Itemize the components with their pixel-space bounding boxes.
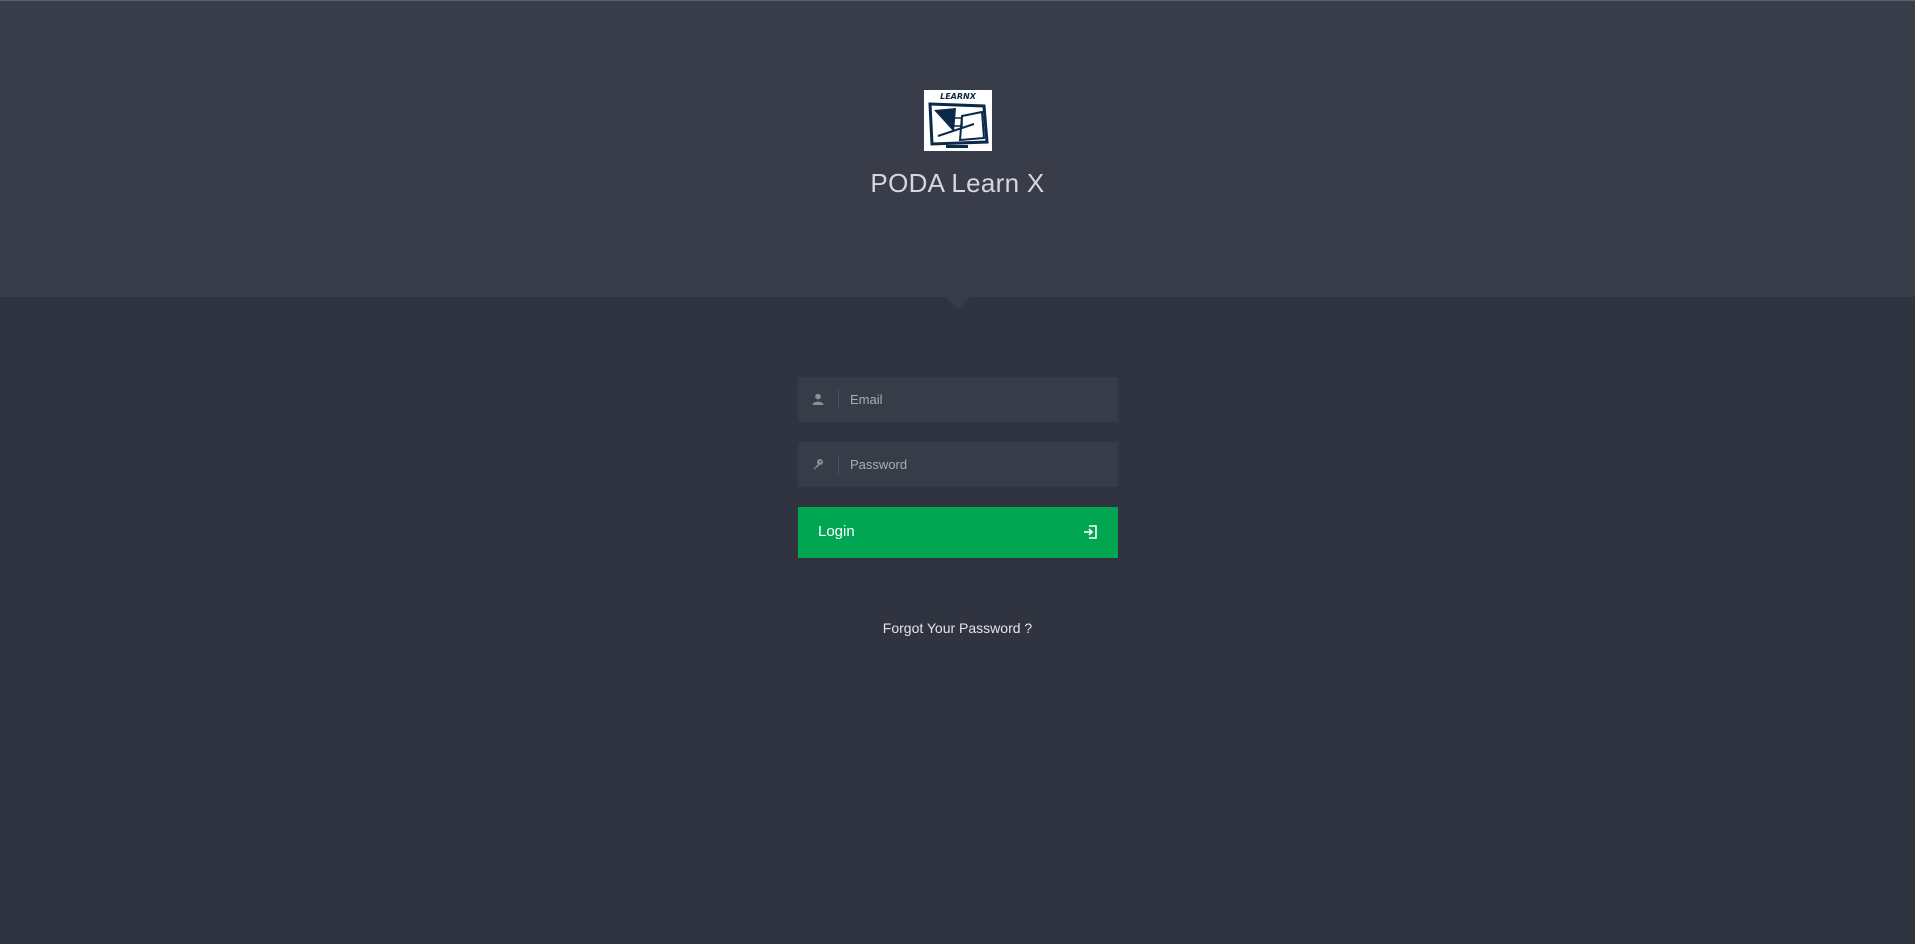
sign-in-icon [1082, 524, 1098, 540]
forgot-password-container: Forgot Your Password ? [0, 620, 1915, 636]
key-icon [808, 454, 828, 474]
field-separator [838, 390, 839, 409]
login-button-label: Login [818, 523, 855, 540]
header-notch [946, 297, 970, 309]
email-input[interactable] [850, 377, 1105, 422]
login-button[interactable]: Login [798, 507, 1118, 558]
password-input[interactable] [850, 442, 1105, 487]
field-separator [838, 455, 839, 474]
forgot-password-link[interactable]: Forgot Your Password ? [883, 620, 1032, 636]
email-field [798, 377, 1118, 422]
password-field [798, 442, 1118, 487]
svg-text:LEARNX: LEARNX [940, 92, 977, 101]
app-logo: LEARNX [924, 90, 992, 151]
user-icon [808, 389, 828, 409]
app-title: PODA Learn X [870, 168, 1045, 198]
